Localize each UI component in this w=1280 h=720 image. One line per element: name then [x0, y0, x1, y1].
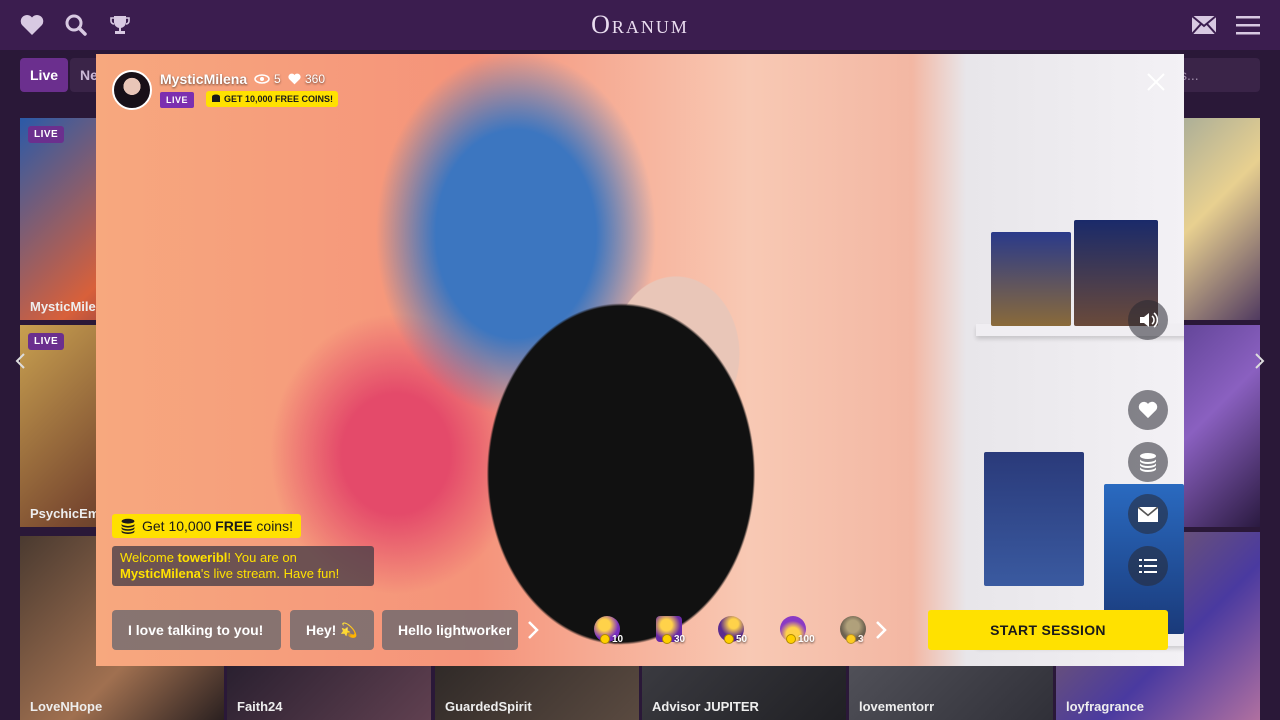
- quick-message[interactable]: Hey! 💫: [290, 610, 374, 650]
- tile-name: Advisor JUPITER: [652, 699, 759, 714]
- close-icon: [1147, 73, 1165, 91]
- coin-icon: [846, 634, 856, 644]
- coin-icon: [662, 634, 672, 644]
- quick-message[interactable]: Hello lightworker: [382, 610, 518, 650]
- message-button[interactable]: [1128, 494, 1168, 534]
- prev-arrow-icon[interactable]: [14, 350, 26, 376]
- top-bar: Oranum: [0, 0, 1280, 50]
- gift-item[interactable]: 3: [840, 616, 866, 648]
- tile-name: LoveNHope: [30, 699, 103, 714]
- performer-tile[interactable]: lovementorr: [849, 666, 1053, 720]
- chevron-right-icon[interactable]: [520, 618, 544, 642]
- gift-price: 10: [612, 634, 624, 645]
- heart-icon: [288, 73, 301, 85]
- favorite-button[interactable]: [1128, 390, 1168, 430]
- trophy-icon[interactable]: [108, 13, 132, 37]
- performer-tile[interactable]: Faith24: [227, 666, 431, 720]
- tile-name: PsychicEm: [30, 506, 100, 521]
- tile-name: loyfragrance: [1066, 699, 1145, 714]
- live-badge: LIVE: [160, 92, 195, 108]
- free-coins-text: Get 10,000 FREE coins!: [142, 518, 293, 534]
- host-name[interactable]: MysticMilena: [160, 71, 247, 87]
- like-count: 360: [288, 72, 325, 86]
- coin-icon: [724, 634, 734, 644]
- coin-icon: [786, 634, 796, 644]
- next-arrow-icon[interactable]: [1254, 350, 1266, 376]
- like-count-value: 360: [305, 72, 326, 86]
- avatar[interactable]: [112, 70, 152, 110]
- volume-icon: [1140, 312, 1158, 328]
- gift-item[interactable]: 10: [594, 616, 638, 648]
- coins-button[interactable]: [1128, 442, 1168, 482]
- free-coins-badge-label: GET 10,000 FREE COINS!: [224, 94, 334, 104]
- start-session-button[interactable]: START SESSION: [928, 610, 1168, 650]
- search-icon[interactable]: [64, 13, 88, 37]
- gift-price: 30: [674, 634, 686, 645]
- welcome-message: Welcome toweribl! You are on MysticMilen…: [112, 546, 374, 586]
- gift-item[interactable]: 30: [656, 616, 700, 648]
- coin-icon: [600, 634, 610, 644]
- tile-name: GuardedSpirit: [445, 699, 532, 714]
- viewer-count: 5: [254, 72, 281, 86]
- quick-message[interactable]: I love talking to you!: [112, 610, 281, 650]
- chevron-right-icon[interactable]: [868, 618, 892, 642]
- eye-icon: [254, 74, 270, 84]
- gift-price: 100: [798, 634, 815, 645]
- gift-price: 50: [736, 634, 748, 645]
- live-badge: LIVE: [28, 333, 65, 350]
- gift-price: 3: [858, 634, 864, 645]
- tile-name: Faith24: [237, 699, 283, 714]
- list-icon: [1139, 559, 1157, 573]
- book-decoration: [984, 452, 1084, 586]
- heart-icon: [1138, 401, 1158, 419]
- performer-tile[interactable]: GuardedSpirit: [435, 666, 639, 720]
- volume-button[interactable]: [1128, 300, 1168, 340]
- list-button[interactable]: [1128, 546, 1168, 586]
- coins-icon: [121, 518, 135, 534]
- live-badge: LIVE: [28, 126, 65, 143]
- tile-name: MysticMile: [30, 299, 96, 314]
- mail-icon[interactable]: [1192, 13, 1216, 37]
- performer-tile[interactable]: Advisor JUPITER: [642, 666, 846, 720]
- filter-live[interactable]: Live: [20, 58, 69, 92]
- viewer-count-value: 5: [274, 72, 281, 86]
- coins-icon: [1140, 453, 1156, 472]
- tile-name: lovementorr: [859, 699, 935, 714]
- heart-icon[interactable]: [20, 13, 44, 37]
- mail-icon: [1138, 506, 1158, 522]
- gift-item[interactable]: 100: [780, 616, 824, 648]
- free-coins-banner[interactable]: Get 10,000 FREE coins!: [112, 514, 301, 538]
- brand-logo[interactable]: Oranum: [0, 10, 1280, 40]
- close-button[interactable]: [1144, 70, 1168, 94]
- stream-modal: MysticMilena 5 360 LIVE GET 10,000 FREE …: [96, 54, 1184, 666]
- menu-icon[interactable]: [1236, 13, 1260, 37]
- book-decoration: [991, 232, 1071, 326]
- free-coins-badge[interactable]: GET 10,000 FREE COINS!: [206, 91, 339, 107]
- coins-icon: [212, 94, 220, 102]
- gift-item[interactable]: 50: [718, 616, 762, 648]
